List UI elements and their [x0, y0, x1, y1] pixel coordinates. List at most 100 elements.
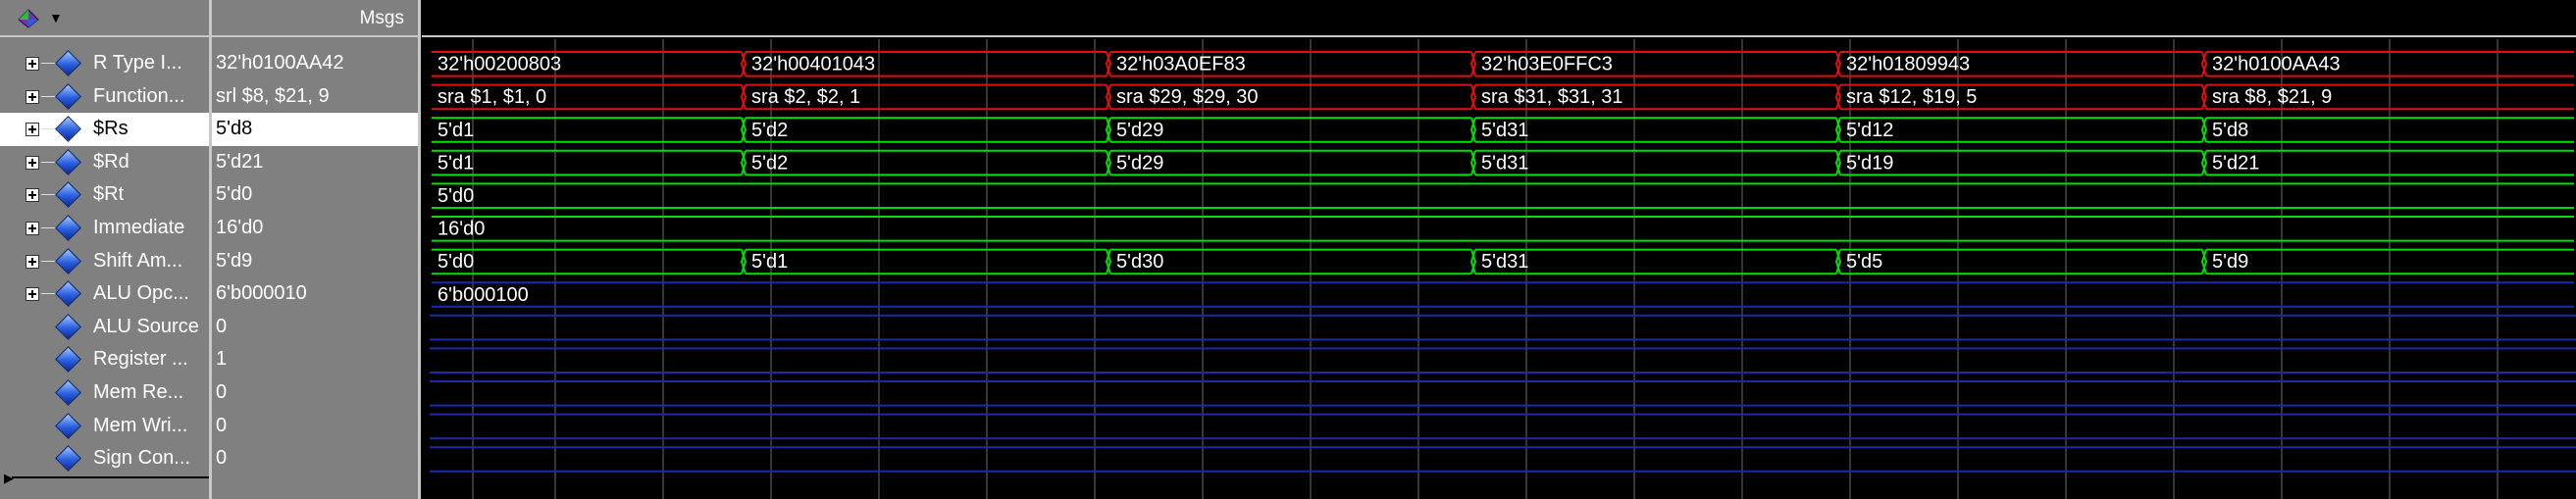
bus-transition	[740, 249, 747, 274]
signal-row[interactable]: Immediate	[0, 212, 209, 245]
bus-value-label: 5'd8	[2212, 120, 2248, 141]
signal-diamond-icon	[55, 445, 81, 473]
expand-icon[interactable]	[26, 222, 39, 235]
signal-value-row[interactable]: 5'd9	[212, 245, 418, 278]
toolbar-dropdown-icon[interactable]: ▼	[49, 10, 63, 25]
signal-row[interactable]: Mem Re...	[0, 376, 209, 410]
bus-value-label: 5'd29	[1116, 120, 1163, 141]
bus-transition	[1105, 84, 1112, 110]
signal-row[interactable]: $Rs	[0, 113, 209, 146]
bus-value-label: sra $29, $29, 30	[1116, 86, 1259, 108]
signal-name: Function...	[93, 84, 185, 107]
signal-value-row[interactable]: 6'b000010	[212, 277, 418, 311]
bus-transition	[740, 51, 747, 76]
bus-transition	[1469, 51, 1477, 76]
signal-row[interactable]: Mem Wri...	[0, 410, 209, 443]
signal-value: 0	[216, 381, 228, 403]
signal-row[interactable]: ALU Source	[0, 311, 209, 344]
bus-value-label: 5'd21	[2212, 152, 2259, 174]
signal-diamond-icon	[55, 148, 81, 175]
signal-value-row[interactable]: 5'd0	[212, 178, 418, 212]
signal-row[interactable]: $Rd	[0, 146, 209, 179]
signal-name: R Type I...	[93, 52, 182, 74]
signal-row[interactable]: Register ...	[0, 343, 209, 376]
signal-value: 0	[216, 447, 228, 470]
expand-icon[interactable]	[26, 123, 39, 137]
signal-value: 5'd8	[216, 118, 253, 140]
signal-name: Immediate	[93, 217, 185, 238]
bus-value-label: 6'b000100	[438, 284, 529, 306]
signal-row[interactable]: R Type I...	[0, 47, 209, 80]
expand-icon[interactable]	[26, 155, 39, 170]
expand-icon[interactable]	[26, 57, 39, 71]
signal-row[interactable]: Shift Am...	[0, 245, 209, 278]
bus-value-label: 5'd1	[751, 251, 788, 273]
bus-transition	[1469, 150, 1477, 175]
signal-row[interactable]: ALU Opc...	[0, 277, 209, 311]
signal-diamond-icon	[55, 280, 81, 308]
msgs-label: Msgs	[359, 8, 404, 28]
signal-diamond-icon	[55, 313, 81, 340]
bus-value-label: 5'd31	[1481, 120, 1528, 141]
expand-icon[interactable]	[26, 89, 39, 104]
bus-value-label: 5'd12	[1846, 120, 1893, 141]
signal-value-row[interactable]: srl $8, $21, 9	[212, 80, 418, 114]
bus-transition	[740, 84, 747, 110]
values-header: Msgs	[212, 0, 418, 37]
expand-icon[interactable]	[26, 254, 39, 269]
signal-value-row[interactable]: 0	[212, 410, 418, 443]
signal-value-row[interactable]: 0	[212, 376, 418, 410]
bus-value-label: 5'd31	[1481, 152, 1528, 174]
signal-diamond-icon	[55, 116, 81, 143]
bus-transition	[2200, 117, 2208, 143]
signal-diamond-icon	[55, 181, 81, 209]
bus-value-label: sra $2, $2, 1	[751, 86, 860, 108]
bus-value-label: sra $8, $21, 9	[2212, 86, 2332, 108]
cursor-arrow-icon: ▶	[4, 471, 14, 485]
signal-value-row[interactable]: 5'd21	[212, 146, 418, 179]
signal-value-row[interactable]: 32'h0100AA42	[212, 47, 418, 80]
waveform-pane[interactable]: 32'h00200803 32'h00401043 32'h03A0EF83 32'h…	[422, 0, 2576, 499]
signal-value-row[interactable]: 5'd8	[212, 113, 418, 146]
signal-name: $Rt	[93, 183, 125, 206]
signal-name: ALU Source	[93, 315, 199, 337]
signal-diamond-icon	[55, 412, 81, 439]
bus-transition	[1105, 150, 1112, 175]
bus-value-label: 5'd9	[2212, 251, 2248, 273]
signal-value-row[interactable]: 0	[212, 442, 418, 475]
signal-value-row[interactable]: 1	[212, 343, 418, 376]
waveform-canvas[interactable]: 32'h00200803 32'h00401043 32'h03A0EF83 32'h…	[422, 0, 2576, 499]
bus-value-label: 5'd2	[751, 152, 788, 174]
bus-transition	[1105, 51, 1112, 76]
signal-value: 5'd0	[216, 183, 253, 206]
signal-row[interactable]: $Rt	[0, 178, 209, 212]
bus-value-label: 5'd1	[438, 152, 474, 174]
bus-value-label: 5'd29	[1116, 152, 1163, 174]
signal-diamond-icon	[55, 346, 81, 374]
bus-transition	[2200, 249, 2208, 274]
bus-transition	[1105, 117, 1112, 143]
signal-row[interactable]: Function...	[0, 80, 209, 114]
bus-transition	[2200, 150, 2208, 175]
bus-value-label: 32'h0100AA43	[2212, 54, 2341, 75]
signal-value-row[interactable]: 16'd0	[212, 212, 418, 245]
expand-icon[interactable]	[26, 188, 39, 203]
signal-row[interactable]: Sign Con...	[0, 442, 209, 475]
signal-name: ALU Opc...	[93, 282, 189, 305]
signal-name: Mem Re...	[93, 381, 184, 403]
wave-toolbar-icon[interactable]	[16, 6, 41, 29]
bus-value-label: 32'h01809943	[1846, 54, 1970, 75]
bus-value-label: 32'h00200803	[438, 54, 561, 75]
bus-transition	[1834, 249, 1842, 274]
bus-value-label: sra $31, $31, 31	[1481, 86, 1623, 108]
signal-value-row[interactable]: 0	[212, 311, 418, 344]
expand-icon[interactable]	[26, 287, 39, 302]
signal-value: 0	[216, 315, 228, 337]
bus-transition	[1834, 84, 1842, 110]
bus-value-label: 32'h03E0FFC3	[1481, 54, 1613, 75]
bus-transition	[1469, 249, 1477, 274]
bus-value-label: 32'h00401043	[751, 54, 875, 75]
names-header: ▼	[0, 0, 209, 37]
pane-divider[interactable]	[418, 0, 421, 499]
bus-transition	[1834, 117, 1842, 143]
